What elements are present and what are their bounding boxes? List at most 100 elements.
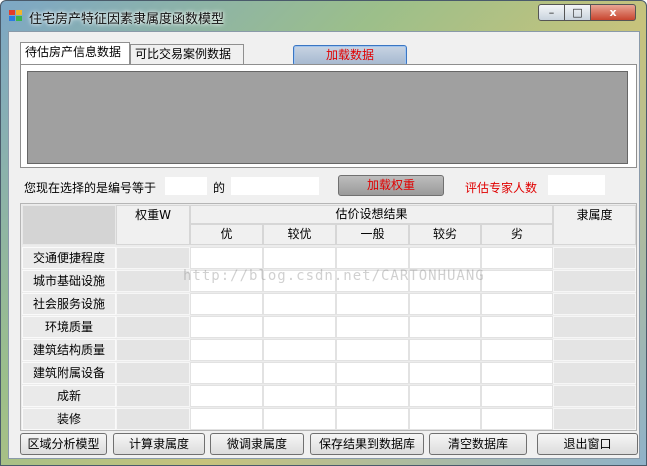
grade-input-cell[interactable] — [336, 362, 409, 384]
grade-input-cell[interactable] — [190, 408, 263, 430]
grade-header: 劣 — [481, 224, 553, 245]
grade-input-cell[interactable] — [481, 362, 553, 384]
title-bar[interactable]: 住宅房产特征因素隶属度函数模型 – □ x — [1, 1, 646, 31]
row-header: 城市基础设施 — [22, 270, 116, 292]
grade-input-cell[interactable] — [263, 247, 336, 269]
weight-cell[interactable] — [116, 385, 190, 407]
window-title: 住宅房产特征因素隶属度函数模型 — [29, 12, 225, 27]
membership-cell[interactable] — [553, 247, 636, 269]
selected-name-field[interactable] — [231, 177, 319, 195]
row-header: 建筑结构质量 — [22, 339, 116, 361]
grade-input-cell[interactable] — [190, 247, 263, 269]
calc-membership-button[interactable]: 计算隶属度 — [113, 433, 205, 455]
of-label: 的 — [213, 181, 226, 195]
grade-input-cell[interactable] — [263, 316, 336, 338]
grade-input-cell[interactable] — [336, 385, 409, 407]
grade-input-cell[interactable] — [336, 339, 409, 361]
exit-button[interactable]: 退出窗口 — [537, 433, 638, 455]
membership-cell[interactable] — [553, 270, 636, 292]
selected-id-field[interactable] — [165, 177, 207, 195]
grade-input-cell[interactable] — [263, 293, 336, 315]
membership-cell[interactable] — [553, 293, 636, 315]
grade-header: 一般 — [336, 224, 409, 245]
result-header: 估价设想结果 — [190, 205, 553, 224]
grade-header: 优 — [190, 224, 263, 245]
membership-table: 权重W 估价设想结果 隶属度 优较优 一般 较劣劣 交通便捷程度 城市基础设施 社会服务… — [20, 203, 637, 431]
adjust-membership-button[interactable]: 微调隶属度 — [210, 433, 304, 455]
selection-label: 您现在选择的是编号等于 — [24, 181, 157, 195]
grade-input-cell[interactable] — [263, 339, 336, 361]
grade-input-cell[interactable] — [336, 247, 409, 269]
expert-count-label: 评估专家人数 — [465, 181, 538, 195]
maximize-button[interactable]: □ — [564, 4, 591, 21]
load-data-button[interactable]: 加载数据 — [293, 45, 407, 66]
grade-input-cell[interactable] — [409, 293, 481, 315]
row-header: 交通便捷程度 — [22, 247, 116, 269]
main-window: 住宅房产特征因素隶属度函数模型 – □ x 待估房产信息数据 可比交易案例数据 … — [0, 0, 647, 466]
grade-input-cell[interactable] — [263, 385, 336, 407]
expert-count-input[interactable] — [548, 175, 605, 195]
membership-cell[interactable] — [553, 362, 636, 384]
grade-header: 较劣 — [409, 224, 481, 245]
clear-db-button[interactable]: 清空数据库 — [429, 433, 527, 455]
tab-subject-property[interactable]: 待估房产信息数据 — [20, 42, 130, 64]
grade-input-cell[interactable] — [409, 408, 481, 430]
grade-input-cell[interactable] — [190, 270, 263, 292]
grade-input-cell[interactable] — [409, 362, 481, 384]
grade-input-cell[interactable] — [190, 362, 263, 384]
membership-cell[interactable] — [553, 316, 636, 338]
minimize-button[interactable]: – — [538, 4, 565, 21]
save-db-button[interactable]: 保存结果到数据库 — [310, 433, 424, 455]
grade-input-cell[interactable] — [190, 339, 263, 361]
grade-input-cell[interactable] — [481, 270, 553, 292]
tab-comparable-cases[interactable]: 可比交易案例数据 — [130, 44, 244, 64]
grade-input-cell[interactable] — [336, 293, 409, 315]
grade-input-cell[interactable] — [409, 385, 481, 407]
weight-cell[interactable] — [116, 247, 190, 269]
membership-header: 隶属度 — [553, 205, 636, 245]
grade-input-cell[interactable] — [409, 270, 481, 292]
close-button[interactable]: x — [590, 4, 636, 21]
grade-input-cell[interactable] — [409, 316, 481, 338]
row-header: 环境质量 — [22, 316, 116, 338]
grade-input-cell[interactable] — [481, 316, 553, 338]
weight-cell[interactable] — [116, 293, 190, 315]
grade-input-cell[interactable] — [481, 247, 553, 269]
grade-input-cell[interactable] — [263, 270, 336, 292]
corner-header — [22, 205, 116, 245]
grade-input-cell[interactable] — [190, 385, 263, 407]
grade-input-cell[interactable] — [263, 408, 336, 430]
app-icon — [9, 10, 23, 22]
tab-panel — [20, 64, 637, 168]
weight-cell[interactable] — [116, 270, 190, 292]
membership-cell[interactable] — [553, 385, 636, 407]
weight-header: 权重W — [116, 205, 190, 245]
grade-input-cell[interactable] — [481, 339, 553, 361]
membership-cell[interactable] — [553, 339, 636, 361]
grade-input-cell[interactable] — [336, 316, 409, 338]
client-area: 待估房产信息数据 可比交易案例数据 加载数据 您现在选择的是编号等于 的 加载权… — [8, 31, 640, 459]
grade-input-cell[interactable] — [336, 408, 409, 430]
data-grid-view[interactable] — [27, 71, 628, 164]
grade-input-cell[interactable] — [481, 293, 553, 315]
weight-cell[interactable] — [116, 316, 190, 338]
grade-input-cell[interactable] — [336, 270, 409, 292]
grade-input-cell[interactable] — [190, 316, 263, 338]
row-header: 社会服务设施 — [22, 293, 116, 315]
row-header: 装修 — [22, 408, 116, 430]
grade-input-cell[interactable] — [409, 339, 481, 361]
grade-input-cell[interactable] — [190, 293, 263, 315]
grade-header: 较优 — [263, 224, 336, 245]
region-model-button[interactable]: 区域分析模型 — [20, 433, 107, 455]
grade-input-cell[interactable] — [263, 362, 336, 384]
weight-cell[interactable] — [116, 362, 190, 384]
membership-cell[interactable] — [553, 408, 636, 430]
grade-input-cell[interactable] — [481, 385, 553, 407]
load-weight-button[interactable]: 加载权重 — [338, 175, 444, 196]
grade-input-cell[interactable] — [409, 247, 481, 269]
weight-cell[interactable] — [116, 408, 190, 430]
row-header: 建筑附属设备 — [22, 362, 116, 384]
row-header: 成新 — [22, 385, 116, 407]
grade-input-cell[interactable] — [481, 408, 553, 430]
weight-cell[interactable] — [116, 339, 190, 361]
